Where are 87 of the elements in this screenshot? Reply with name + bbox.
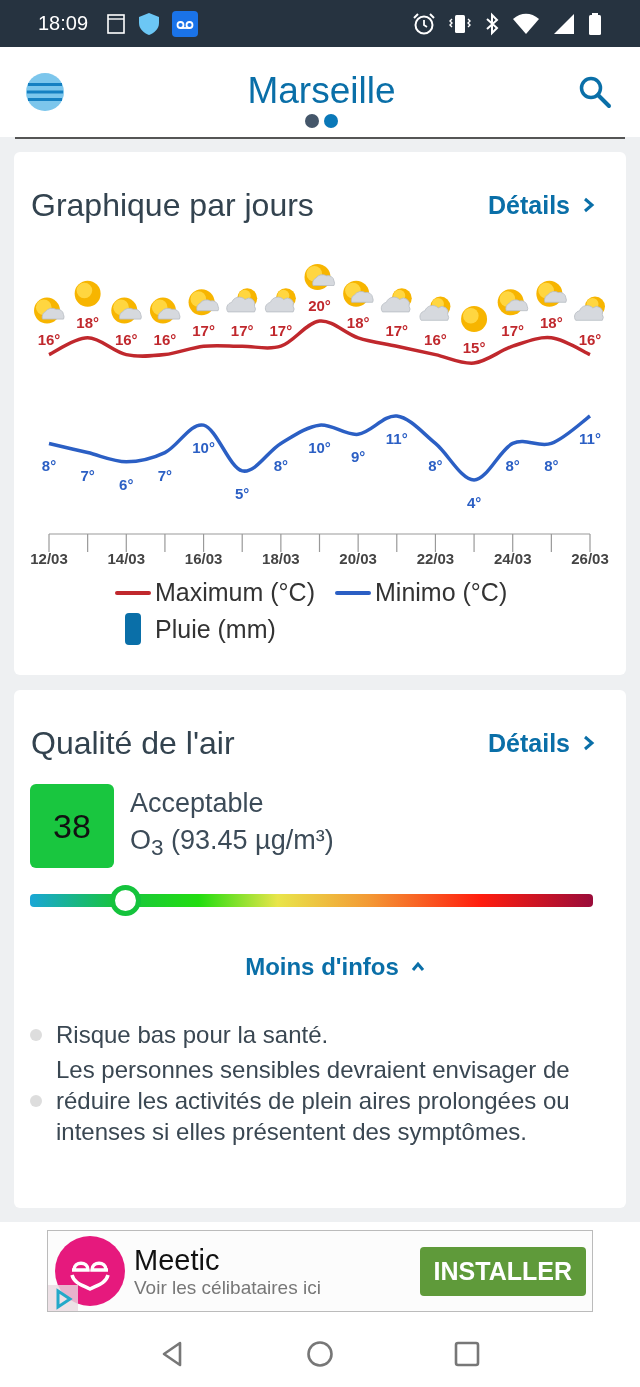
- sun-cloud-icon: [149, 297, 181, 324]
- axis-label: 20/03: [339, 550, 377, 567]
- axis-label: 24/03: [493, 550, 532, 567]
- temperature-label: 8°: [505, 457, 520, 475]
- temperature-label: 6°: [119, 475, 134, 493]
- cloud-sun-icon: [380, 288, 412, 313]
- temperature-label: 11°: [579, 430, 601, 447]
- details-link[interactable]: Détails: [488, 190, 596, 220]
- sun-cloud-icon: [343, 280, 374, 307]
- sun-cloud-icon: [497, 289, 529, 316]
- air-quality-index: 38: [30, 784, 114, 868]
- battery-icon: [588, 11, 602, 36]
- document-icon: [106, 12, 127, 35]
- sun-cloud-icon: [34, 297, 65, 324]
- temperature-label: 9°: [350, 448, 366, 466]
- temperature-label: 5°: [235, 484, 250, 502]
- temperature-label: 17°: [385, 322, 409, 340]
- temperature-label: 11°: [385, 430, 408, 447]
- temperature-label: 17°: [501, 322, 525, 340]
- temperature-label: 17°: [230, 322, 254, 340]
- health-note: Les personnes sensibles devraient envisager de réduire les activités de plein aires prolongées ou intenses si elles présentent des symptômes.: [56, 1055, 571, 1147]
- temperature-label: 4°: [466, 494, 482, 511]
- temperature-label: 8°: [273, 457, 289, 475]
- temperature-label: 16°: [578, 330, 602, 348]
- ad-title: Meetic: [134, 1243, 221, 1277]
- temperature-label: 10°: [308, 439, 331, 457]
- axis-label: 26/03: [571, 550, 609, 567]
- axis-label: 16/03: [184, 550, 223, 567]
- home-icon[interactable]: [305, 1338, 335, 1369]
- shield-icon: [138, 11, 161, 36]
- card-title: Qualité de l'air: [31, 724, 235, 762]
- card-title: Graphique par jours: [31, 186, 314, 224]
- menu-icon[interactable]: [25, 72, 65, 112]
- sun-cloud-icon: [536, 280, 567, 307]
- axis-label: 22/03: [416, 550, 455, 567]
- legend-label: Minimo (°C): [375, 578, 508, 607]
- sun-cloud-icon: [111, 297, 142, 324]
- legend-label: Maximum (°C): [155, 578, 315, 607]
- bullet-dot: [30, 1094, 42, 1107]
- temperature-label: 18°: [346, 313, 370, 331]
- temperature-label: 15°: [462, 339, 486, 356]
- cloud-sun-icon: [574, 296, 605, 321]
- temperature-label: 18°: [76, 313, 99, 331]
- temperature-label: 10°: [192, 439, 215, 457]
- air-quality-category: Acceptable: [130, 788, 265, 819]
- temperature-label: 18°: [540, 313, 563, 331]
- temperature-label: 17°: [269, 322, 293, 340]
- search-icon[interactable]: [578, 75, 612, 109]
- wifi-icon: [512, 12, 540, 35]
- temperature-label: 16°: [424, 330, 447, 348]
- temperature-label: 20°: [308, 297, 331, 314]
- temperature-label: 8°: [41, 457, 57, 475]
- cloud-sun-icon: [264, 288, 296, 313]
- cloud-sun-icon: [419, 296, 451, 321]
- temperature-label: 16°: [114, 330, 138, 348]
- install-button[interactable]: INSTALLER: [419, 1246, 586, 1296]
- legend-label: Pluie (mm): [155, 614, 276, 644]
- temperature-label: 16°: [37, 330, 61, 348]
- clock-time: 18:09: [38, 12, 89, 35]
- axis-label: 12/03: [30, 550, 68, 567]
- temperature-label: 8°: [544, 457, 559, 475]
- sun-cloud-icon: [188, 289, 219, 316]
- temperature-label: 17°: [192, 322, 215, 340]
- axis-label: 14/03: [107, 550, 146, 567]
- city-title: Marseille: [247, 70, 396, 112]
- sun-icon: [74, 280, 101, 307]
- pollutant-reading: O$_{3}$ (93.45 µg/m³): [130, 825, 334, 862]
- temperature-label: 16°: [153, 330, 177, 348]
- less-info-toggle[interactable]: Moins d'infos: [239, 949, 431, 985]
- details-link[interactable]: Détails: [488, 728, 596, 758]
- chevron-icon: [582, 734, 596, 752]
- sun-cloud-icon: [304, 264, 335, 290]
- temperature-label: 7°: [80, 466, 95, 484]
- alarm-clock-icon: [412, 11, 436, 36]
- bluetooth-icon: [484, 11, 500, 36]
- cloud-sun-icon: [226, 288, 258, 313]
- bullet-dot: [30, 1028, 42, 1041]
- sun-icon: [461, 306, 488, 332]
- ad-subtitle: Voir les célibataires ici: [134, 1276, 322, 1299]
- axis-label: 18/03: [262, 550, 300, 567]
- voicemail-icon: [172, 10, 199, 37]
- health-note: Risque bas pour la santé.: [56, 1020, 329, 1050]
- temperature-label: 7°: [157, 466, 173, 484]
- ad-banner[interactable]: Meetic Voir les célibataires ici INSTALLER: [47, 1230, 593, 1312]
- temperature-label: 8°: [428, 457, 443, 475]
- app-logo-icon: [54, 1235, 126, 1307]
- chevron-icon: [582, 196, 596, 214]
